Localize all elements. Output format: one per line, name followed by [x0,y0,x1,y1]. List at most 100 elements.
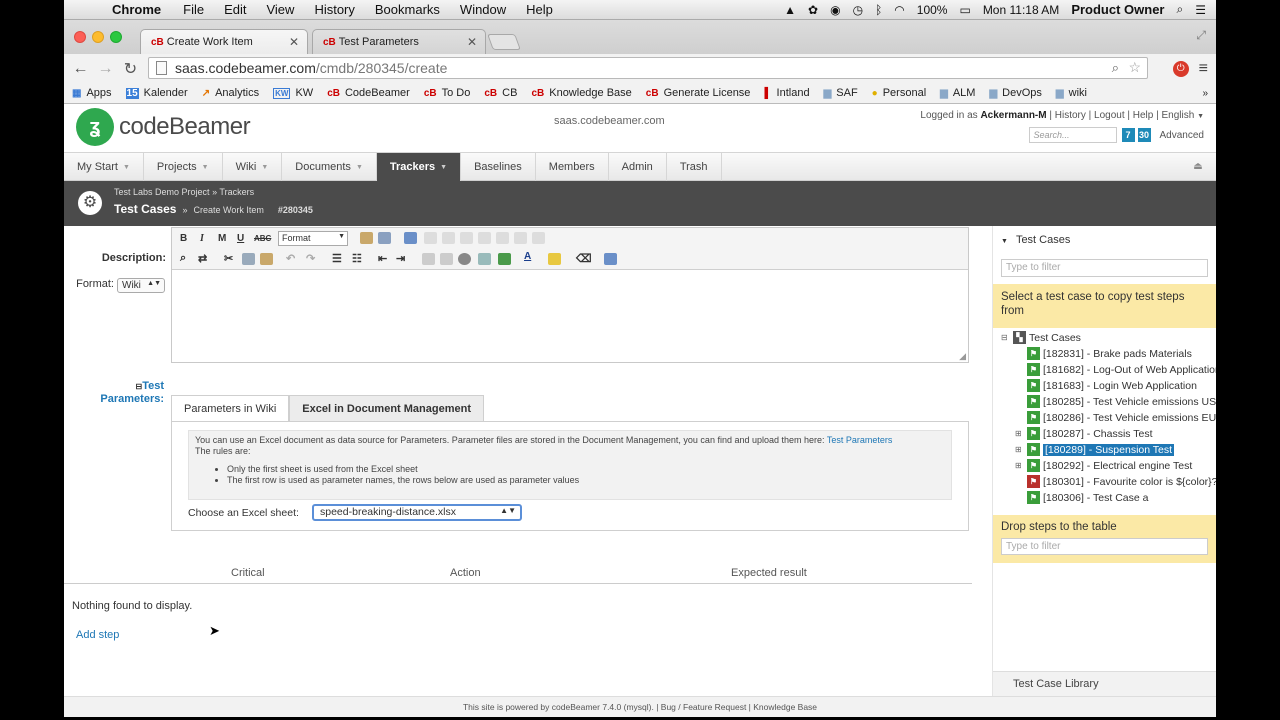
tab-test-parameters[interactable]: cB Test Parameters ✕ [312,29,486,54]
bookmark-kw[interactable]: KW KW [273,87,313,99]
tree-item[interactable]: ⚑ [180306] - Test Case a [1027,490,1148,505]
bookmark-knowledge-base[interactable]: cB Knowledge Base [531,87,631,99]
nav-baselines[interactable]: Baselines [461,153,536,181]
split-cells-icon[interactable] [532,232,545,244]
menu-history[interactable]: History [304,2,364,17]
bookmark-generate-license[interactable]: cB Generate License [646,87,751,99]
chrome-menu-icon[interactable]: ≡ [1199,60,1208,78]
close-tab-icon[interactable]: ✕ [467,35,477,49]
tree-item[interactable]: ⚑ [181682] - Log-Out of Web Application [1027,362,1216,377]
bookmark-personal[interactable]: ● Personal [872,87,926,99]
nav-admin[interactable]: Admin [609,153,667,181]
copy-icon[interactable] [242,253,255,265]
find-icon[interactable]: ⌕ [180,252,186,265]
nav-documents[interactable]: Documents ▼ [282,153,377,181]
user-link[interactable]: Ackermann-M [980,110,1046,121]
underline-ext-button[interactable]: M [218,233,226,244]
tab-excel-in-document-management[interactable]: Excel in Document Management [289,395,485,421]
tab-create-work-item[interactable]: cB Create Work Item ✕ [140,29,308,54]
bookmark-todo[interactable]: cB To Do [424,87,471,99]
menu-window[interactable]: Window [450,2,516,17]
tree-item[interactable]: ⊞ ⚑ [180292] - Electrical engine Test [1015,458,1192,473]
undo-icon[interactable]: ↶ [286,252,295,265]
excel-sheet-select[interactable]: speed-breaking-distance.xlsx ▲▼ [312,504,522,521]
drive-icon[interactable]: ▲ [784,3,796,17]
test-cases-panel-header[interactable]: ▼ Test Cases [1001,234,1070,246]
format-select[interactable]: Wiki ▲▼ [117,278,165,293]
menu-file[interactable]: File [173,2,214,17]
bookmark-codebeamer[interactable]: cB CodeBeamer [327,87,410,99]
test-parameters-label[interactable]: ⊟Test Parameters: [84,380,164,405]
bookmark-wiki[interactable]: ▆ wiki [1056,87,1087,99]
nav-my-start[interactable]: My Start ▼ [64,153,144,181]
dropbox-icon[interactable]: ✿ [808,3,818,17]
breadcrumb-project[interactable]: Test Labs Demo Project [114,187,210,197]
redo-icon[interactable]: ↷ [306,252,315,265]
bookmark-kalender[interactable]: 15 Kalender [125,87,188,99]
image-icon[interactable] [498,253,511,265]
close-window-button[interactable] [74,31,86,43]
table-icon[interactable] [424,232,437,244]
tree-item[interactable]: ⚑ [180286] - Test Vehicle emissions EU [1027,410,1216,425]
indent-icon[interactable]: ⇥ [396,252,405,265]
new-tab-button[interactable] [487,34,521,50]
forward-icon[interactable]: → [93,60,118,78]
close-tab-icon[interactable]: ✕ [289,35,299,49]
insert-col-icon[interactable] [460,232,473,244]
menu-edit[interactable]: Edit [214,2,256,17]
numbered-list-icon[interactable]: ☷ [352,252,362,265]
bookmark-apps[interactable]: ▦ Apps [72,87,112,99]
drop-filter-input[interactable]: Type to filter [1001,538,1208,555]
bookmark-alm[interactable]: ▆ ALM [940,87,975,99]
menu-bookmarks[interactable]: Bookmarks [365,2,450,17]
italic-button[interactable]: I [200,233,204,244]
nav-projects[interactable]: Projects ▼ [144,153,223,181]
tab-parameters-in-wiki[interactable]: Parameters in Wiki [171,395,290,421]
tracker-title[interactable]: Test Cases [114,202,176,216]
merge-cells-icon[interactable] [514,232,527,244]
bookmark-analytics[interactable]: ↗ Analytics [202,87,259,99]
address-bar[interactable]: saas.codebeamer.com/cmdb/280345/create ⌕… [148,57,1148,79]
tree-item[interactable]: ⚑ [180301] - Favourite color is ${color}? [1027,474,1216,489]
bookmark-star-icon[interactable]: ☆ [1128,59,1141,76]
badge-30[interactable]: 30 [1137,128,1151,142]
expand-icon[interactable]: ⊞ [1015,429,1022,438]
strikethrough-button[interactable]: ABC [254,234,271,243]
outdent-icon[interactable]: ⇤ [378,252,387,265]
anchor-icon[interactable] [458,253,471,265]
add-step-link[interactable]: Add step [76,629,119,641]
extension-icon[interactable]: ⏻ [1172,60,1189,77]
source-icon[interactable] [604,253,617,265]
minimize-window-button[interactable] [92,31,104,43]
user-menu[interactable]: Product Owner [1071,2,1164,17]
gear-icon[interactable]: ⚙ [78,191,102,215]
badge-7[interactable]: 7 [1121,128,1135,142]
zoom-search-icon[interactable]: ⌕ [1112,60,1119,76]
notification-center-icon[interactable]: ☰ [1195,3,1206,17]
test-parameters-link[interactable]: Test Parameters [827,435,893,445]
nav-trackers[interactable]: Trackers ▼ [376,153,462,181]
nav-wiki[interactable]: Wiki ▼ [223,153,283,181]
nav-members[interactable]: Members [536,153,609,181]
collapse-icon[interactable]: ⊟ [1001,333,1008,342]
record-icon[interactable]: ◉ [830,3,840,17]
bookmark-cb[interactable]: cB CB [484,87,517,99]
cut-icon[interactable]: ✂ [224,252,233,265]
resize-handle-icon[interactable]: ◢ [959,351,966,362]
bold-button[interactable]: B [180,233,187,244]
paragraph-format-select[interactable]: Format ▼ [278,231,348,246]
header-links[interactable]: | History | Logout | Help | English [1047,110,1194,121]
battery-icon[interactable]: ▭ [959,3,970,17]
special-char-icon[interactable] [478,253,491,265]
paste2-icon[interactable] [260,253,273,265]
wifi-icon[interactable]: ◠ [894,3,904,17]
advanced-search-link[interactable]: Advanced [1160,130,1204,141]
footer-links[interactable]: | Bug / Feature Request | Knowledge Base [656,702,817,712]
battery-percent[interactable]: 100% [917,3,948,17]
spotlight-search-icon[interactable]: ⌕ [1177,2,1184,17]
time-machine-icon[interactable]: ◷ [853,3,863,17]
breadcrumb-trackers[interactable]: Trackers [219,187,254,197]
delete-row-icon[interactable] [478,232,491,244]
highlight-icon[interactable] [548,253,561,265]
tree-item[interactable]: ⚑ [181683] - Login Web Application [1027,378,1197,393]
